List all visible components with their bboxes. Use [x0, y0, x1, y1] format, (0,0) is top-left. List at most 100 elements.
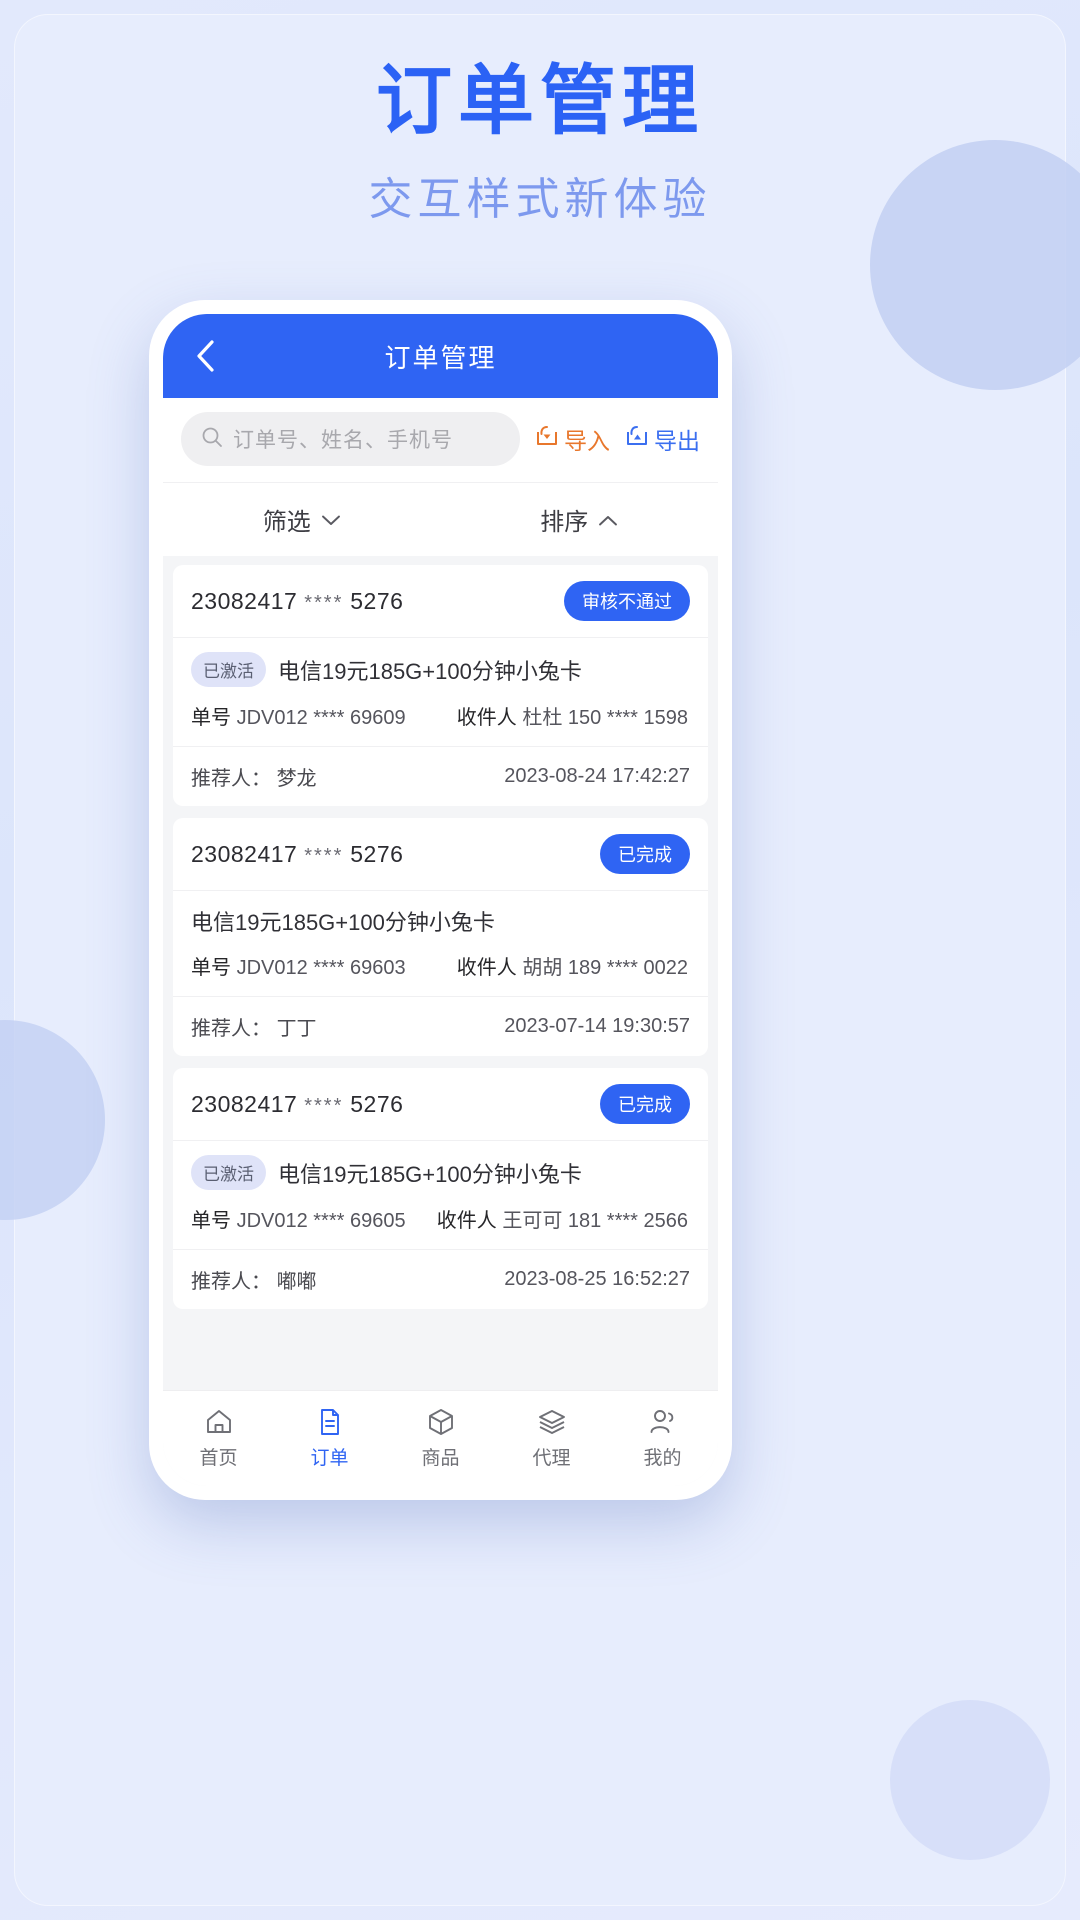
tracking-value: JDV012 **** 69609 [236, 707, 406, 729]
tab-orders[interactable]: 订单 [274, 1407, 385, 1470]
tab-label: 订单 [310, 1448, 349, 1469]
referrer-value: 丁丁 [276, 1018, 317, 1040]
product-row: 已激活 电信19元185G+100分钟小兔卡 [191, 652, 690, 687]
order-card[interactable]: 23082417 **** 5276 已完成 电信19元185G+100分钟小兔… [173, 818, 708, 1056]
tab-label: 商品 [421, 1448, 460, 1469]
receiver-field: 收件人 胡胡 189 **** 0022 [457, 951, 688, 980]
chevron-up-icon [598, 506, 618, 534]
tracking-field: 单号 JDV012 **** 69605 [191, 1204, 406, 1233]
referrer-label: 推荐人： [191, 1018, 271, 1040]
order-card[interactable]: 23082417 **** 5276 已完成 已激活 电信19元185G+100… [173, 1068, 708, 1309]
tab-goods[interactable]: 商品 [385, 1407, 496, 1470]
order-card-body: 已激活 电信19元185G+100分钟小兔卡 单号 JDV012 **** 69… [173, 638, 708, 747]
order-number-tail: 5276 [350, 1090, 404, 1117]
status-badge[interactable]: 审核不通过 [564, 581, 690, 621]
order-number-prefix: 23082417 [191, 840, 298, 867]
product-row: 电信19元185G+100分钟小兔卡 [191, 905, 690, 937]
status-badge[interactable]: 已完成 [600, 1084, 690, 1124]
tab-label: 我的 [643, 1448, 682, 1469]
order-time: 2023-08-24 17:42:27 [504, 765, 690, 787]
back-button[interactable] [185, 336, 225, 376]
receiver-label: 收件人 [456, 957, 517, 979]
receiver-label: 收件人 [436, 1210, 497, 1232]
receiver-value: 王可可 181 **** 2566 [502, 1210, 688, 1232]
app-header: 订单管理 [163, 314, 718, 398]
activation-tag: 已激活 [191, 1155, 266, 1190]
order-meta-row: 单号 JDV012 **** 69605 收件人 王可可 181 **** 25… [191, 1204, 690, 1233]
referrer-field: 推荐人： 丁丁 [191, 1012, 317, 1041]
order-time: 2023-07-14 19:30:57 [504, 1015, 690, 1037]
export-tray-icon [624, 423, 650, 455]
product-name: 电信19元185G+100分钟小兔卡 [191, 910, 495, 935]
referrer-field: 推荐人： 嘟嘟 [191, 1265, 317, 1294]
layers-icon [537, 1407, 567, 1437]
tracking-field: 单号 JDV012 **** 69603 [191, 951, 406, 980]
order-list[interactable]: 23082417 **** 5276 审核不通过 已激活 电信19元185G+1… [163, 556, 718, 1390]
order-meta-row: 单号 JDV012 **** 69609 收件人 杜杜 150 **** 159… [191, 701, 690, 730]
export-button[interactable]: 导出 [624, 422, 700, 456]
referrer-field: 推荐人： 梦龙 [191, 762, 317, 791]
receiver-field: 收件人 王可可 181 **** 2566 [437, 1204, 688, 1233]
receiver-value: 杜杜 150 **** 1598 [522, 707, 688, 729]
tab-label: 首页 [199, 1448, 238, 1469]
export-label: 导出 [654, 428, 700, 454]
referrer-value: 梦龙 [276, 768, 317, 790]
order-card-footer: 推荐人： 丁丁 2023-07-14 19:30:57 [173, 997, 708, 1056]
document-icon [315, 1407, 345, 1437]
tracking-label: 单号 [191, 1210, 231, 1232]
order-number-mask: **** [304, 1094, 344, 1117]
referrer-label: 推荐人： [191, 768, 271, 790]
order-card[interactable]: 23082417 **** 5276 审核不通过 已激活 电信19元185G+1… [173, 565, 708, 806]
order-time: 2023-08-25 16:52:27 [504, 1268, 690, 1290]
tracking-label: 单号 [191, 957, 231, 979]
chevron-left-icon [194, 339, 216, 373]
filter-label: 筛选 [262, 509, 311, 536]
order-card-footer: 推荐人： 嘟嘟 2023-08-25 16:52:27 [173, 1250, 708, 1309]
search-icon [201, 426, 223, 453]
tab-home[interactable]: 首页 [163, 1407, 274, 1470]
import-tray-icon [534, 423, 560, 455]
phone-screen: 订单管理 订单号、姓名、手机号 导入 导出 筛选 排序 23082417 ***… [163, 314, 718, 1486]
referrer-label: 推荐人： [191, 1271, 271, 1293]
product-name: 电信19元185G+100分钟小兔卡 [278, 1161, 582, 1187]
poster-subtitle: 交互样式新体验 [368, 175, 712, 225]
receiver-field: 收件人 杜杜 150 **** 1598 [457, 701, 688, 730]
tab-agent[interactable]: 代理 [496, 1407, 607, 1470]
people-icon [648, 1407, 678, 1437]
filter-button[interactable]: 筛选 [163, 502, 441, 537]
tracking-value: JDV012 **** 69605 [236, 1210, 406, 1232]
order-number-mask: **** [304, 591, 344, 614]
box-icon [426, 1407, 456, 1437]
order-number-mask: **** [304, 844, 344, 867]
order-number: 23082417 **** 5276 [191, 588, 403, 615]
app-title: 订单管理 [384, 342, 497, 373]
order-number-prefix: 23082417 [191, 1090, 298, 1117]
tab-profile[interactable]: 我的 [607, 1407, 718, 1470]
order-number: 23082417 **** 5276 [191, 841, 403, 868]
search-input[interactable]: 订单号、姓名、手机号 [181, 412, 520, 466]
order-number-tail: 5276 [350, 840, 404, 867]
filter-sort-bar: 筛选 排序 [163, 482, 718, 556]
import-label: 导入 [564, 428, 610, 454]
order-card-header: 23082417 **** 5276 审核不通过 [173, 565, 708, 638]
chevron-down-icon [321, 506, 341, 534]
phone-mockup: 订单管理 订单号、姓名、手机号 导入 导出 筛选 排序 23082417 ***… [149, 300, 732, 1500]
status-badge[interactable]: 已完成 [600, 834, 690, 874]
sort-button[interactable]: 排序 [441, 502, 719, 537]
poster-title: 订单管理 [376, 59, 704, 144]
decorative-circle-bottom-right [890, 1700, 1050, 1860]
tracking-label: 单号 [191, 707, 231, 729]
referrer-value: 嘟嘟 [276, 1271, 317, 1293]
order-card-header: 23082417 **** 5276 已完成 [173, 1068, 708, 1141]
tracking-field: 单号 JDV012 **** 69609 [191, 701, 406, 730]
activation-tag: 已激活 [191, 652, 266, 687]
order-card-header: 23082417 **** 5276 已完成 [173, 818, 708, 891]
receiver-value: 胡胡 189 **** 0022 [522, 957, 688, 979]
order-card-body: 已激活 电信19元185G+100分钟小兔卡 单号 JDV012 **** 69… [173, 1141, 708, 1250]
import-button[interactable]: 导入 [534, 422, 610, 456]
search-toolbar: 订单号、姓名、手机号 导入 导出 [163, 398, 718, 482]
order-number-tail: 5276 [350, 587, 404, 614]
tracking-value: JDV012 **** 69603 [236, 957, 406, 979]
home-icon [204, 1407, 234, 1437]
sort-label: 排序 [540, 509, 589, 536]
